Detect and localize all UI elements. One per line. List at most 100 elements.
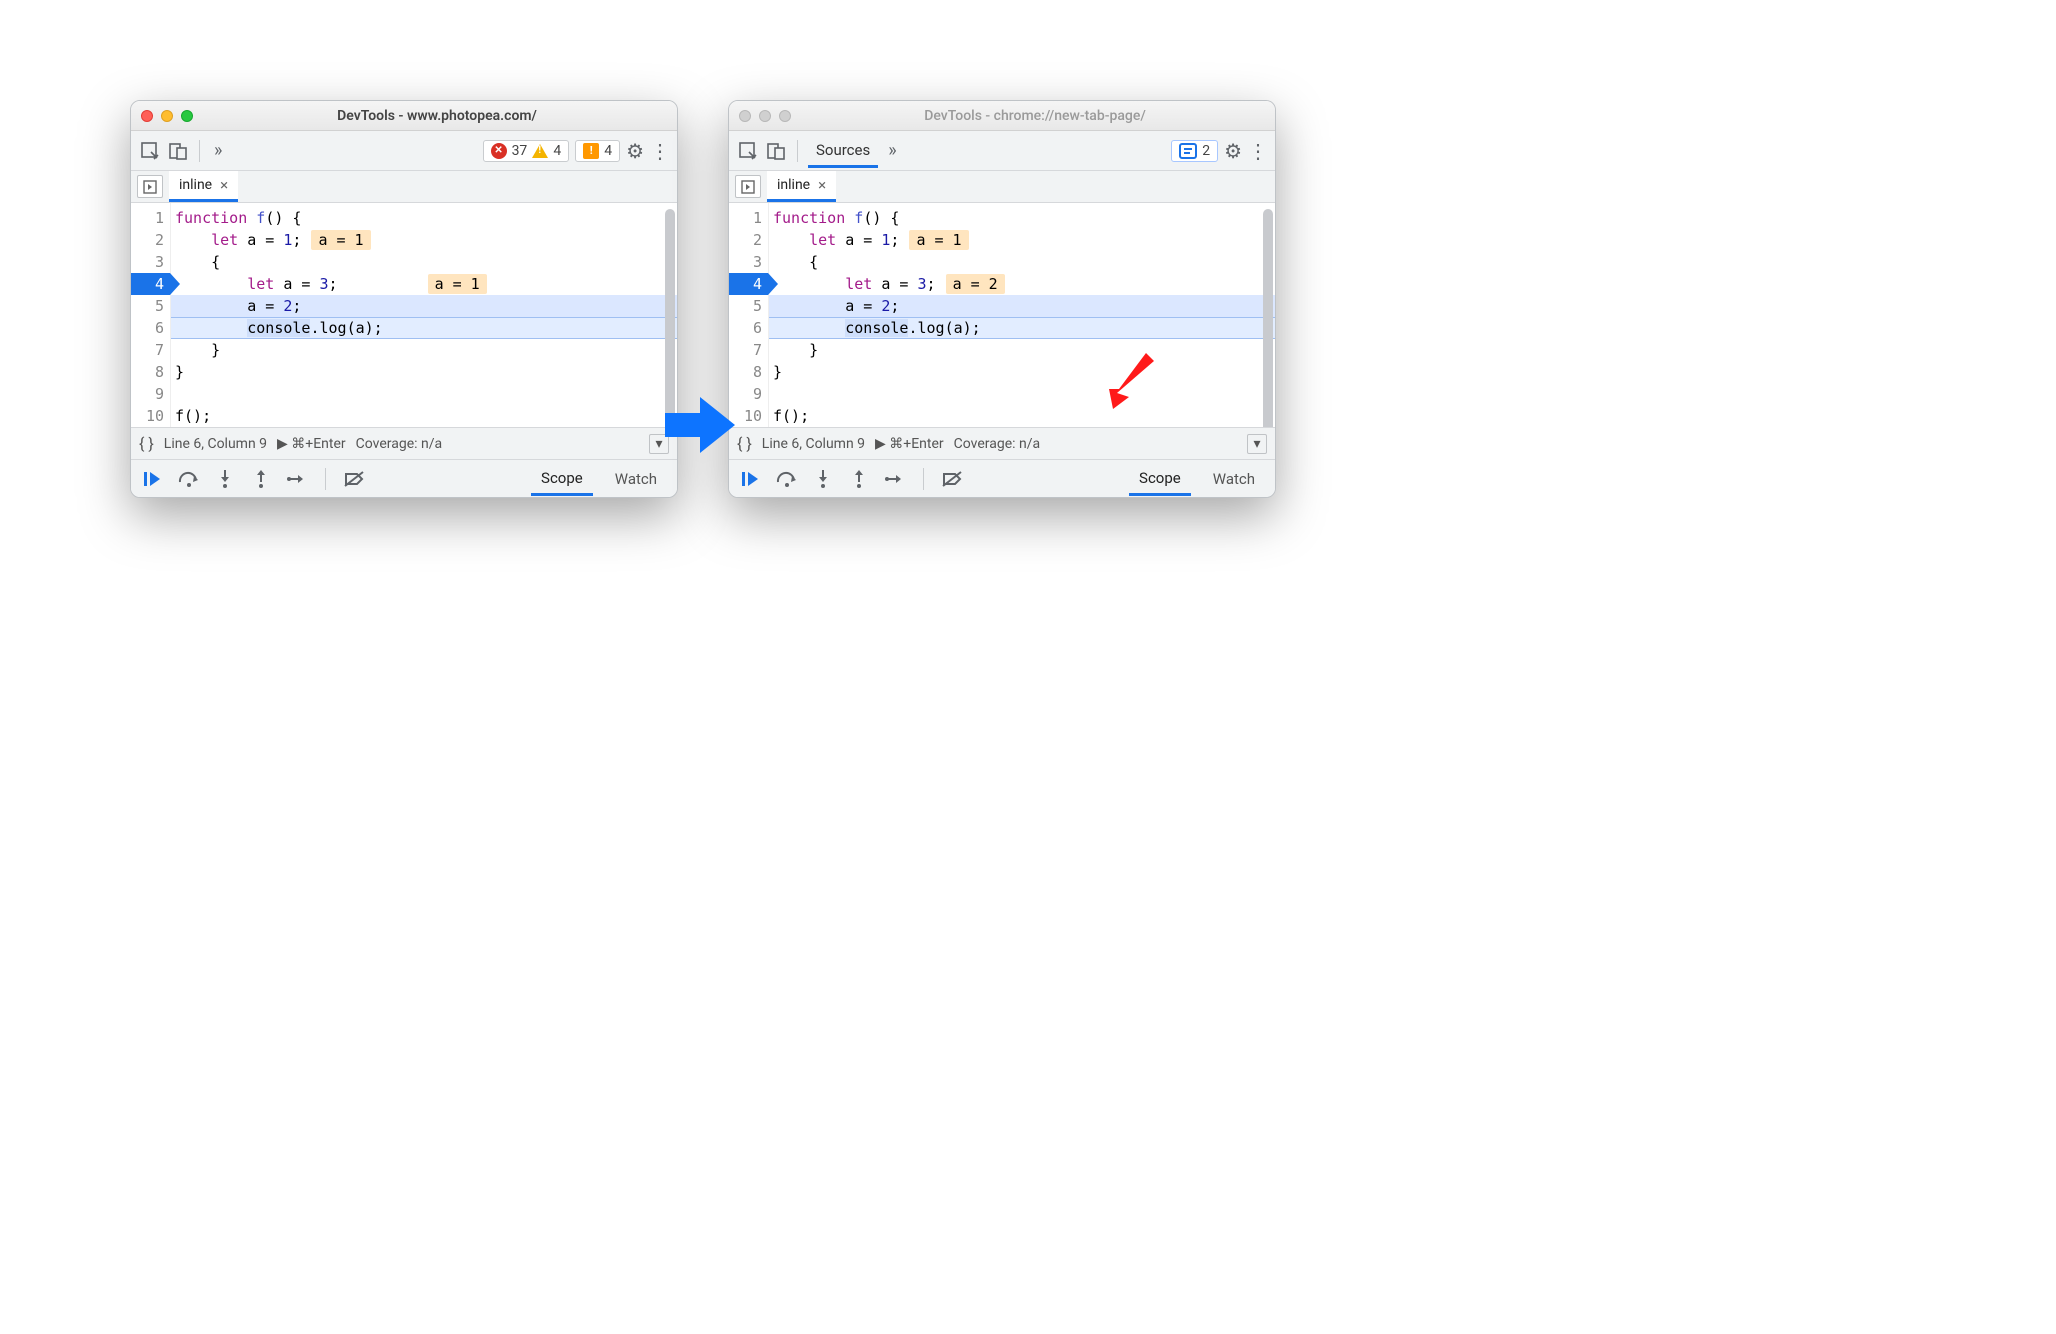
settings-icon[interactable]: ⚙ [626, 139, 644, 163]
window-title: DevTools - www.photopea.com/ [207, 108, 667, 124]
inline-value-badge: a = 1 [311, 230, 370, 250]
format-icon[interactable]: { } [737, 434, 752, 453]
separator [923, 468, 924, 490]
file-tab-label: inline [777, 177, 810, 193]
resume-icon[interactable] [141, 468, 165, 490]
line-number: 2 [729, 229, 768, 251]
file-tab-inline[interactable]: inline × [169, 171, 238, 202]
watch-tab[interactable]: Watch [605, 464, 667, 494]
navigator-toggle-icon[interactable] [137, 175, 163, 198]
transition-arrow-icon [665, 395, 735, 455]
more-tabs-icon[interactable]: » [884, 140, 900, 161]
code-content[interactable]: function f() { let a = 1;a = 1 { let a =… [769, 203, 1275, 427]
coverage-status: Coverage: n/a [954, 436, 1040, 452]
step-over-icon[interactable] [177, 468, 201, 490]
step-icon[interactable] [883, 468, 907, 490]
resume-icon[interactable] [739, 468, 763, 490]
window-controls [141, 110, 193, 122]
line-gutter: 1 2 3 4 5 6 7 8 9 10 [729, 203, 769, 427]
line-number: 3 [729, 251, 768, 273]
more-tabs-icon[interactable]: » [210, 140, 226, 161]
inline-value-badge: a = 2 [946, 274, 1005, 294]
file-tab-bar: inline × [729, 171, 1275, 203]
line-number: 6 [131, 317, 170, 339]
window-title: DevTools - chrome://new-tab-page/ [805, 108, 1265, 124]
line-number: 9 [131, 383, 170, 405]
code-editor[interactable]: 1 2 3 4 5 6 7 8 9 10 function f() { let … [729, 203, 1275, 427]
format-icon[interactable]: { } [139, 434, 154, 453]
close-window-button[interactable] [141, 110, 153, 122]
zoom-window-button[interactable] [779, 110, 791, 122]
device-toggle-icon[interactable] [167, 140, 189, 162]
separator [199, 140, 200, 162]
kebab-menu-icon[interactable]: ⋮ [1248, 139, 1267, 163]
device-toggle-icon[interactable] [765, 140, 787, 162]
toolbar: Sources » 2 ⚙ ⋮ [729, 131, 1275, 171]
line-number: 8 [131, 361, 170, 383]
deactivate-breakpoints-icon[interactable] [940, 468, 964, 490]
warning-icon [532, 144, 548, 158]
separator [797, 140, 798, 162]
cursor-position: Line 6, Column 9 [762, 436, 865, 452]
file-tab-inline[interactable]: inline × [767, 171, 836, 202]
run-hint: ▶ ⌘+Enter [875, 436, 944, 452]
kebab-menu-icon[interactable]: ⋮ [650, 139, 669, 163]
navigator-toggle-icon[interactable] [735, 175, 761, 198]
step-out-icon[interactable] [847, 468, 871, 490]
line-number: 1 [729, 207, 768, 229]
scope-tab[interactable]: Scope [1129, 463, 1191, 496]
debug-toolbar: Scope Watch [131, 459, 677, 497]
devtools-window-left: DevTools - www.photopea.com/ » ✕ 37 4 ! … [130, 100, 678, 498]
step-out-icon[interactable] [249, 468, 273, 490]
inspect-icon[interactable] [139, 140, 161, 162]
code-content[interactable]: function f() { let a = 1;a = 1 { let a =… [171, 203, 677, 427]
separator [325, 468, 326, 490]
titlebar: DevTools - chrome://new-tab-page/ [729, 101, 1275, 131]
line-number: 5 [131, 295, 170, 317]
close-window-button[interactable] [739, 110, 751, 122]
line-gutter: 1 2 3 4 5 6 7 8 9 10 [131, 203, 171, 427]
titlebar: DevTools - www.photopea.com/ [131, 101, 677, 131]
execution-line-marker: 4 [729, 273, 768, 295]
window-controls [739, 110, 791, 122]
issues-counter[interactable]: ! 4 [575, 140, 620, 162]
settings-icon[interactable]: ⚙ [1224, 139, 1242, 163]
coverage-status: Coverage: n/a [356, 436, 442, 452]
errors-counter[interactable]: ✕ 37 4 [483, 140, 570, 162]
minimize-window-button[interactable] [759, 110, 771, 122]
errors-count: 37 [512, 143, 528, 159]
scope-tab[interactable]: Scope [531, 463, 593, 496]
line-number: 1 [131, 207, 170, 229]
toolbar: » ✕ 37 4 ! 4 ⚙ ⋮ [131, 131, 677, 171]
debug-toolbar: Scope Watch [729, 459, 1275, 497]
execution-line-marker: 4 [131, 273, 170, 295]
scrollbar[interactable] [1263, 209, 1273, 427]
devtools-window-right: DevTools - chrome://new-tab-page/ Source… [728, 100, 1276, 498]
close-tab-icon[interactable]: × [220, 176, 228, 194]
messages-counter[interactable]: 2 [1171, 140, 1218, 162]
message-icon [1179, 143, 1197, 159]
status-bar: { } Line 6, Column 9 ▶ ⌘+Enter Coverage:… [131, 427, 677, 459]
dropdown-icon[interactable]: ▾ [1247, 434, 1267, 454]
step-into-icon[interactable] [811, 468, 835, 490]
deactivate-breakpoints-icon[interactable] [342, 468, 366, 490]
code-editor[interactable]: 1 2 3 4 5 6 7 8 9 10 function f() { let … [131, 203, 677, 427]
zoom-window-button[interactable] [181, 110, 193, 122]
line-number: 7 [729, 339, 768, 361]
run-hint: ▶ ⌘+Enter [277, 436, 346, 452]
close-tab-icon[interactable]: × [818, 176, 826, 194]
line-number: 5 [729, 295, 768, 317]
inline-value-badge: a = 1 [909, 230, 968, 250]
watch-tab[interactable]: Watch [1203, 464, 1265, 494]
inspect-icon[interactable] [737, 140, 759, 162]
line-number: 7 [131, 339, 170, 361]
line-number: 8 [729, 361, 768, 383]
minimize-window-button[interactable] [161, 110, 173, 122]
step-into-icon[interactable] [213, 468, 237, 490]
panel-tab-sources[interactable]: Sources [808, 135, 878, 168]
issues-count: 4 [604, 143, 612, 159]
step-over-icon[interactable] [775, 468, 799, 490]
line-number: 10 [131, 405, 170, 427]
line-number: 3 [131, 251, 170, 273]
step-icon[interactable] [285, 468, 309, 490]
